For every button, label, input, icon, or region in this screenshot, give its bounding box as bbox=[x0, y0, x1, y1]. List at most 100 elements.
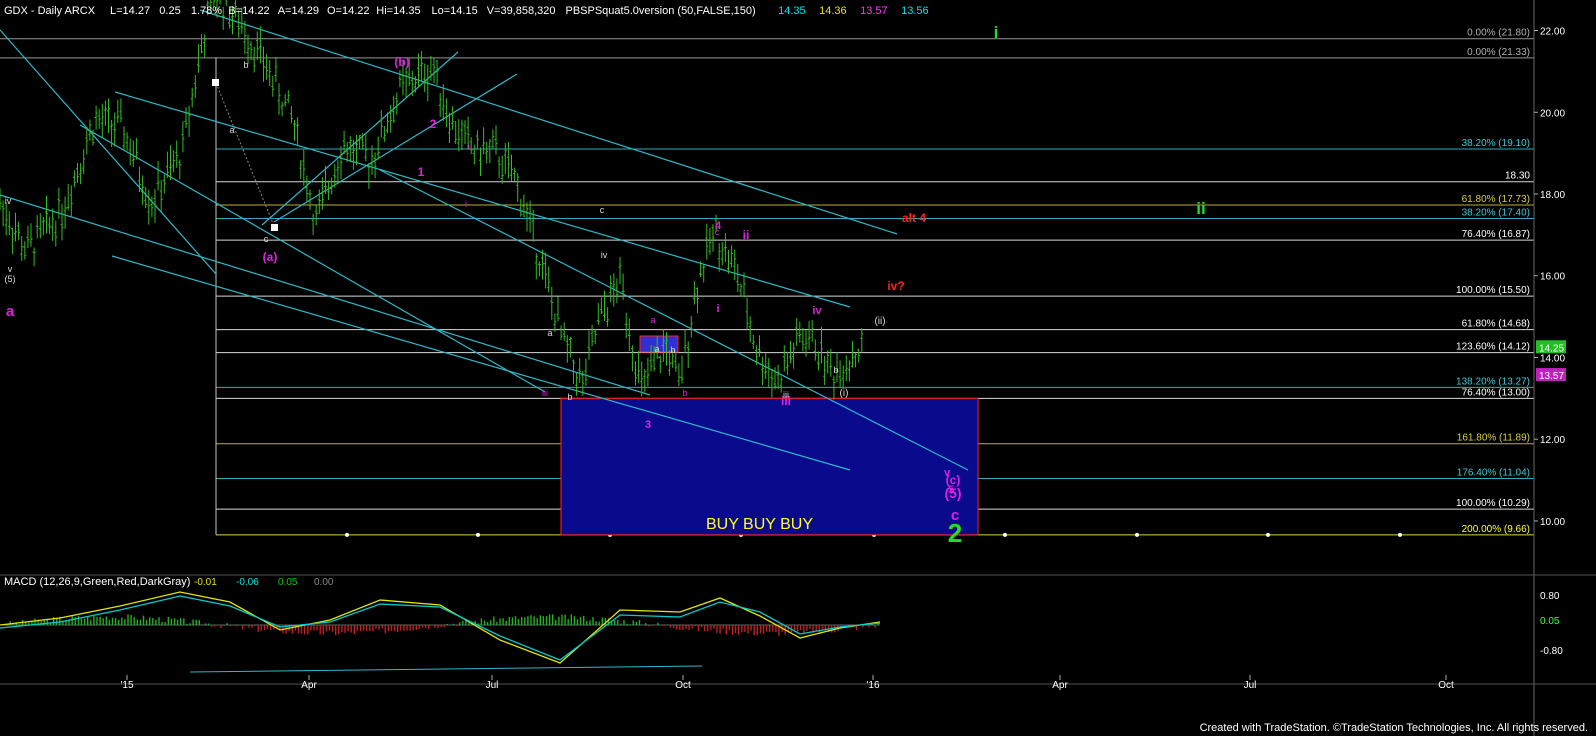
header-value: 14.36 bbox=[819, 5, 847, 17]
macd-tick-label: 0.05 bbox=[1540, 616, 1560, 627]
wave-label: i bbox=[994, 23, 999, 42]
wave-label: ii bbox=[743, 228, 750, 242]
wave-label: 3 bbox=[645, 419, 651, 431]
x-tick-label: Jul bbox=[1244, 680, 1257, 691]
wave-label: c bbox=[600, 205, 605, 215]
header-field: B=14.22 bbox=[228, 5, 269, 17]
fib-label: 61.80% (14.68) bbox=[1462, 319, 1530, 330]
wave-label: b bbox=[833, 365, 838, 375]
y-tick-label: 10.00 bbox=[1540, 517, 1565, 528]
fib-label: 61.80% (17.73) bbox=[1462, 194, 1530, 205]
fib-label: 123.60% (14.12) bbox=[1456, 342, 1530, 353]
fib-label: 0.00% (21.80) bbox=[1467, 28, 1530, 39]
y-tick-label: 14.00 bbox=[1540, 353, 1565, 364]
wave-label: (5) bbox=[944, 485, 961, 501]
wave-label: i bbox=[716, 303, 719, 315]
fib-dot bbox=[1266, 532, 1270, 537]
y-tick-label: 18.00 bbox=[1540, 190, 1565, 201]
macd-tick-label: -0.80 bbox=[1540, 646, 1563, 657]
header-value: 13.57 bbox=[860, 5, 888, 17]
wave-label: iv bbox=[601, 250, 608, 260]
y-tick-label: 16.00 bbox=[1540, 272, 1565, 283]
fib-label: 138.20% (13.27) bbox=[1456, 376, 1530, 387]
wave-label: i bbox=[465, 199, 467, 209]
wave-label: a bbox=[650, 315, 655, 325]
wave-label: ii bbox=[468, 142, 472, 152]
fib-label: 38.20% (17.40) bbox=[1462, 208, 1530, 219]
wave-label: (a) bbox=[263, 250, 278, 264]
fib-label: 100.00% (10.29) bbox=[1456, 498, 1530, 509]
x-tick-label: '15 bbox=[120, 680, 133, 691]
secondary-price-value: 13.57 bbox=[1539, 371, 1564, 382]
wave-label: iv bbox=[5, 196, 12, 206]
wave-label: 2 bbox=[948, 518, 962, 548]
x-tick-label: Oct bbox=[1438, 680, 1454, 691]
wave-label: c bbox=[715, 227, 720, 237]
wave-label: a bbox=[229, 125, 234, 135]
pivot-marker bbox=[271, 224, 278, 231]
buy-label: BUY BUY BUY bbox=[706, 516, 813, 533]
fib-dot bbox=[1003, 532, 1007, 537]
fib-label: 200.00% (9.66) bbox=[1462, 524, 1530, 535]
header-field: PBSPSquat5.0version (50,FALSE,150) bbox=[566, 5, 756, 17]
wave-label: iii bbox=[783, 390, 789, 400]
header-field: V=39,858,320 bbox=[487, 5, 556, 17]
fib-dot bbox=[345, 532, 349, 537]
wave-label: c bbox=[264, 234, 269, 244]
wave-label: v bbox=[8, 264, 13, 274]
fib-label: 18.30 bbox=[1505, 171, 1530, 182]
wave-label: 1 bbox=[418, 165, 425, 179]
fib-label: 100.00% (15.50) bbox=[1456, 285, 1530, 296]
wave-label: iv? bbox=[887, 279, 904, 293]
x-tick-label: Apr bbox=[1052, 680, 1068, 691]
header-field: 0.25 bbox=[159, 5, 180, 17]
target-box bbox=[560, 397, 979, 536]
wave-label: iii bbox=[542, 388, 548, 398]
macd-value: 0.00 bbox=[314, 577, 334, 588]
fib-dot bbox=[476, 532, 480, 537]
macd-value: -0.01 bbox=[194, 577, 217, 588]
footer-credit: Created with TradeStation. ©TradeStation… bbox=[1200, 722, 1588, 734]
wave-label: alt 4 bbox=[902, 211, 926, 225]
wave-label: b bbox=[567, 392, 572, 402]
wave-label: a bbox=[6, 303, 15, 320]
wave-label: (b) bbox=[394, 55, 409, 69]
header-field: A=14.29 bbox=[278, 5, 319, 17]
wave-label: (5) bbox=[5, 274, 16, 284]
header-field: L=14.27 bbox=[110, 5, 150, 17]
x-tick-label: '16 bbox=[866, 680, 879, 691]
macd-value: 0.05 bbox=[278, 577, 298, 588]
macd-value: -0.06 bbox=[236, 577, 259, 588]
x-tick-label: Oct bbox=[675, 680, 691, 691]
last-price-value: 14.25 bbox=[1539, 343, 1564, 354]
header-value: 13.56 bbox=[901, 5, 929, 17]
x-tick-label: Apr bbox=[301, 680, 317, 691]
pivot-marker bbox=[212, 79, 219, 86]
header-fields: L=14.27 0.25 1.78% B=14.22 A=14.29 O=14.22 Hi=… bbox=[110, 5, 756, 17]
header-field: Lo=14.15 bbox=[432, 5, 478, 17]
macd-header: MACD (12,26,9,Green,Red,DarkGray) bbox=[4, 576, 190, 588]
wave-label: (i) bbox=[840, 388, 849, 399]
x-tick-label: Jul bbox=[486, 680, 499, 691]
fib-dot bbox=[1135, 532, 1139, 537]
y-tick-label: 22.00 bbox=[1540, 27, 1565, 38]
header-value: 14.35 bbox=[778, 5, 806, 17]
header-field: Hi=14.35 bbox=[376, 5, 420, 17]
price-chart[interactable]: 0.00% (21.80) 0.00% (21.33) 38.20% (19.10)… bbox=[0, 0, 1596, 736]
wave-label: b bbox=[682, 388, 687, 398]
wave-label: (ii) bbox=[874, 316, 885, 327]
wave-label: iv bbox=[812, 305, 822, 317]
wave-label: a bbox=[547, 328, 552, 338]
wave-label: b bbox=[670, 345, 675, 355]
wave-label: 2 bbox=[430, 117, 437, 131]
wave-label: b bbox=[243, 60, 248, 70]
header-field: 1.78% bbox=[191, 5, 222, 17]
fib-label: 176.40% (11.04) bbox=[1457, 467, 1530, 478]
fib-label: 0.00% (21.33) bbox=[1467, 47, 1530, 58]
fib-dot bbox=[1398, 532, 1402, 537]
header-symbol: GDX - Daily ARCX bbox=[4, 5, 96, 17]
fib-label: 76.40% (13.00) bbox=[1462, 387, 1530, 398]
header-field: O=14.22 bbox=[327, 5, 370, 17]
macd-tick-label: 0.80 bbox=[1540, 591, 1560, 602]
y-tick-label: 12.00 bbox=[1540, 435, 1565, 446]
